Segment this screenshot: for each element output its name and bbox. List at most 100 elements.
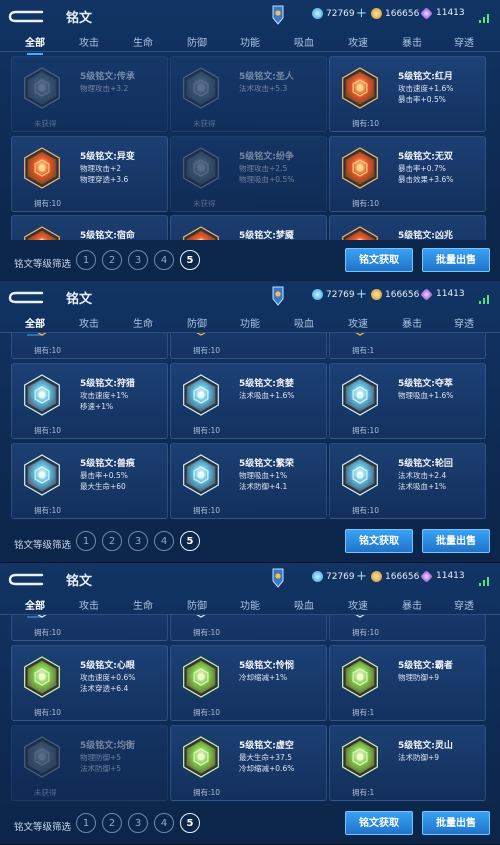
tab-4[interactable]: 功能	[230, 34, 270, 49]
gem-icon	[420, 287, 433, 301]
rune-card[interactable]: 5级铭文:梦魇	[170, 215, 327, 240]
rune-card[interactable]: 5级铭文:异变 物理攻击+2 物理穿透+3.6 拥有:10	[11, 136, 168, 212]
tab-4[interactable]: 功能	[230, 315, 270, 330]
rune-card[interactable]: 5级铭文:均衡 物理防御+5 法术防御+5 未获得	[11, 725, 168, 801]
tab-7[interactable]: 暴击	[392, 34, 432, 49]
rune-card[interactable]: 5级铭文:霸者 物理防御+9 拥有:1	[329, 645, 486, 721]
tab-7[interactable]: 暴击	[392, 315, 432, 330]
rune-card[interactable]: 5级铭文:传承 物理攻击+3.2 未获得	[11, 56, 168, 132]
rune-card[interactable]: 5级铭文:圣人 法术攻击+5.3 未获得	[170, 56, 327, 132]
level-filter-4[interactable]: 4	[154, 531, 174, 551]
tab-5[interactable]: 吸血	[284, 597, 324, 612]
tab-1[interactable]: 攻击	[69, 597, 109, 612]
tab-5[interactable]: 吸血	[284, 315, 324, 330]
rune-card[interactable]: 拥有:10	[329, 615, 486, 641]
level-filter-1[interactable]: 1	[76, 531, 96, 551]
back-button[interactable]	[8, 289, 44, 304]
rune-card[interactable]: 5级铭文:怜悯 冷却缩减+1% 拥有:10	[170, 645, 327, 721]
rune-card[interactable]: 拥有:10	[11, 615, 168, 641]
tab-2[interactable]: 生命	[123, 34, 163, 49]
rune-card[interactable]: 拥有:10	[11, 333, 168, 359]
level-filter-5[interactable]: 5	[180, 531, 200, 551]
coin-icon	[371, 571, 382, 582]
tab-5[interactable]: 吸血	[284, 34, 324, 49]
add-diamond-button[interactable]: +	[356, 287, 367, 302]
rune-card[interactable]: 5级铭文:心眼 攻击速度+0.6% 法术穿透+6.4 拥有:10	[11, 645, 168, 721]
rune-card[interactable]: 5级铭文:轮回 法术攻击+2.4 法术吸血+1% 拥有:10	[329, 443, 486, 519]
rune-icon	[342, 656, 378, 698]
tab-3[interactable]: 防御	[177, 315, 217, 330]
level-filter-1[interactable]: 1	[76, 250, 96, 270]
level-filter-1[interactable]: 1	[76, 813, 96, 833]
rune-card[interactable]: 5级铭文:贪婪 法术吸血+1.6% 拥有:10	[170, 363, 327, 439]
tab-0[interactable]: 全部	[15, 597, 55, 618]
tab-8[interactable]: 穿透	[444, 597, 484, 612]
rank-badge-icon[interactable]	[271, 5, 285, 25]
rank-badge-icon[interactable]	[271, 568, 285, 588]
back-arrow-icon	[8, 291, 44, 304]
tab-1[interactable]: 攻击	[69, 315, 109, 330]
tab-8[interactable]: 穿透	[444, 315, 484, 330]
rune-stat: 物理防御+5	[80, 753, 122, 762]
rune-card[interactable]: 5级铭文:红月 攻击速度+1.6% 暴击率+0.5% 拥有:10	[329, 56, 486, 132]
tab-3[interactable]: 防御	[177, 597, 217, 612]
tab-4[interactable]: 功能	[230, 597, 270, 612]
back-button[interactable]	[8, 571, 44, 586]
rune-card[interactable]: 5级铭文:凶兆	[329, 215, 486, 240]
rune-card[interactable]: 拥有:10	[170, 333, 327, 359]
level-filter-5[interactable]: 5	[180, 250, 200, 270]
add-diamond-button[interactable]: +	[356, 6, 367, 21]
level-filter-2[interactable]: 2	[102, 813, 122, 833]
rune-card[interactable]: 5级铭文:夺萃 物理吸血+1.6% 拥有:10	[329, 363, 486, 439]
level-filter-5[interactable]: 5	[180, 813, 200, 833]
rune-card[interactable]: 5级铭文:繁荣 物理吸血+1% 法术防御+4.1 拥有:10	[170, 443, 327, 519]
back-button[interactable]	[8, 8, 44, 23]
page-title: 铭文	[66, 292, 93, 307]
level-filter-3[interactable]: 3	[128, 250, 148, 270]
tab-0[interactable]: 全部	[15, 315, 55, 336]
level-filter-2[interactable]: 2	[102, 250, 122, 270]
level-filter-3[interactable]: 3	[128, 813, 148, 833]
rune-card[interactable]: 拥有:10	[170, 615, 327, 641]
tab-2[interactable]: 生命	[123, 597, 163, 612]
level-filter-4[interactable]: 4	[154, 813, 174, 833]
rune-grid: 拥有:10 拥有:10 每5秒回血+4.5拥有:1 5级铭文:狩猎攻击速度+1% 移速+…	[0, 333, 500, 521]
rune-card[interactable]: 每5秒回血+4.5拥有:1	[329, 333, 486, 359]
rune-name: 5级铭文:宿命	[80, 231, 135, 240]
add-diamond-button[interactable]: +	[356, 569, 367, 584]
tab-7[interactable]: 暴击	[392, 597, 432, 612]
rune-grid: 拥有:10 拥有:10 拥有:10 5级铭文:心眼 攻击速度+0.6% 法术穿透+6.4 拥…	[0, 615, 500, 803]
rune-card[interactable]: 5级铭文:宿命	[11, 215, 168, 240]
signal-icon	[478, 9, 490, 23]
tab-6[interactable]: 攻速	[338, 597, 378, 612]
tab-3[interactable]: 防御	[177, 34, 217, 49]
rune-icon	[24, 656, 60, 698]
rune-card[interactable]: 5级铭文:虚空 最大生命+37.5 冷却缩减+0.6% 拥有:10	[170, 725, 327, 801]
rune-card[interactable]: 5级铭文:兽痕 暴击率+0.5% 最大生命+60 拥有:10	[11, 443, 168, 519]
bulk-sell-button[interactable]: 批量出售	[422, 529, 490, 553]
rune-card[interactable]: 5级铭文:灵山 法术防御+9 拥有:1	[329, 725, 486, 801]
rank-badge-icon[interactable]	[271, 286, 285, 306]
tab-2[interactable]: 生命	[123, 315, 163, 330]
rune-card[interactable]: 5级铭文:纷争 物理攻击+2.5 物理吸血+0.5% 未获得	[170, 136, 327, 212]
level-filter-2[interactable]: 2	[102, 531, 122, 551]
rune-icon	[196, 615, 206, 618]
rune-icon	[183, 147, 219, 189]
bulk-sell-button[interactable]: 批量出售	[422, 248, 490, 272]
tab-8[interactable]: 穿透	[444, 34, 484, 49]
rune-card[interactable]: 5级铭文:无双 暴击率+0.7% 暴击效果+3.6% 拥有:10	[329, 136, 486, 212]
level-filter-3[interactable]: 3	[128, 531, 148, 551]
tab-6[interactable]: 攻速	[338, 315, 378, 330]
get-rune-button[interactable]: 铭文获取	[345, 529, 413, 553]
rune-stat: 攻击速度+0.6%	[80, 673, 136, 682]
page-title: 铭文	[66, 11, 93, 26]
get-rune-button[interactable]: 铭文获取	[345, 811, 413, 835]
bulk-sell-button[interactable]: 批量出售	[422, 811, 490, 835]
rune-card[interactable]: 5级铭文:狩猎 攻击速度+1% 移速+1% 拥有:10	[11, 363, 168, 439]
level-filter-4[interactable]: 4	[154, 250, 174, 270]
diamond-icon	[312, 289, 323, 300]
tab-6[interactable]: 攻速	[338, 34, 378, 49]
tab-0[interactable]: 全部	[15, 34, 55, 55]
tab-1[interactable]: 攻击	[69, 34, 109, 49]
get-rune-button[interactable]: 铭文获取	[345, 248, 413, 272]
